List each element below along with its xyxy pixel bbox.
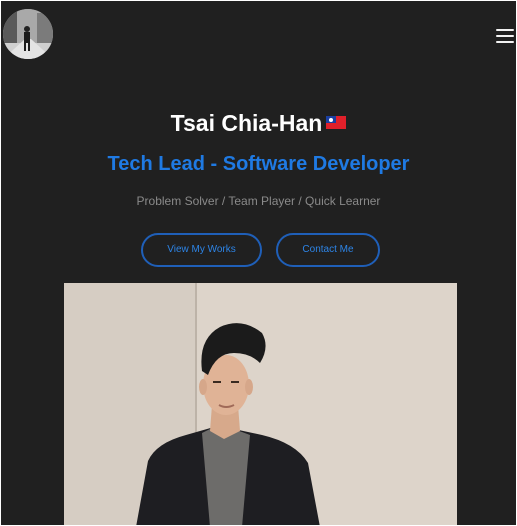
menu-bar bbox=[496, 29, 514, 31]
hero-name-line: Tsai Chia-Han bbox=[1, 109, 516, 137]
contact-me-button[interactable]: Contact Me bbox=[276, 233, 380, 267]
hero-tagline: Problem Solver / Team Player / Quick Lea… bbox=[136, 194, 381, 208]
profile-photo bbox=[64, 283, 457, 525]
profile-photo-illustration bbox=[64, 283, 457, 525]
portfolio-page: Tsai Chia-Han Tech Lead - Software Devel… bbox=[1, 1, 516, 525]
profile-avatar[interactable] bbox=[3, 9, 53, 59]
taiwan-flag-icon bbox=[326, 116, 347, 129]
view-my-works-button[interactable]: View My Works bbox=[141, 233, 262, 267]
hero-role: Tech Lead - Software Developer bbox=[107, 153, 410, 175]
hero-name: Tsai Chia-Han bbox=[170, 110, 323, 136]
menu-bar bbox=[496, 41, 514, 43]
menu-bar bbox=[496, 35, 514, 37]
hamburger-menu-icon[interactable] bbox=[496, 27, 516, 47]
avatar-photo bbox=[3, 9, 53, 59]
